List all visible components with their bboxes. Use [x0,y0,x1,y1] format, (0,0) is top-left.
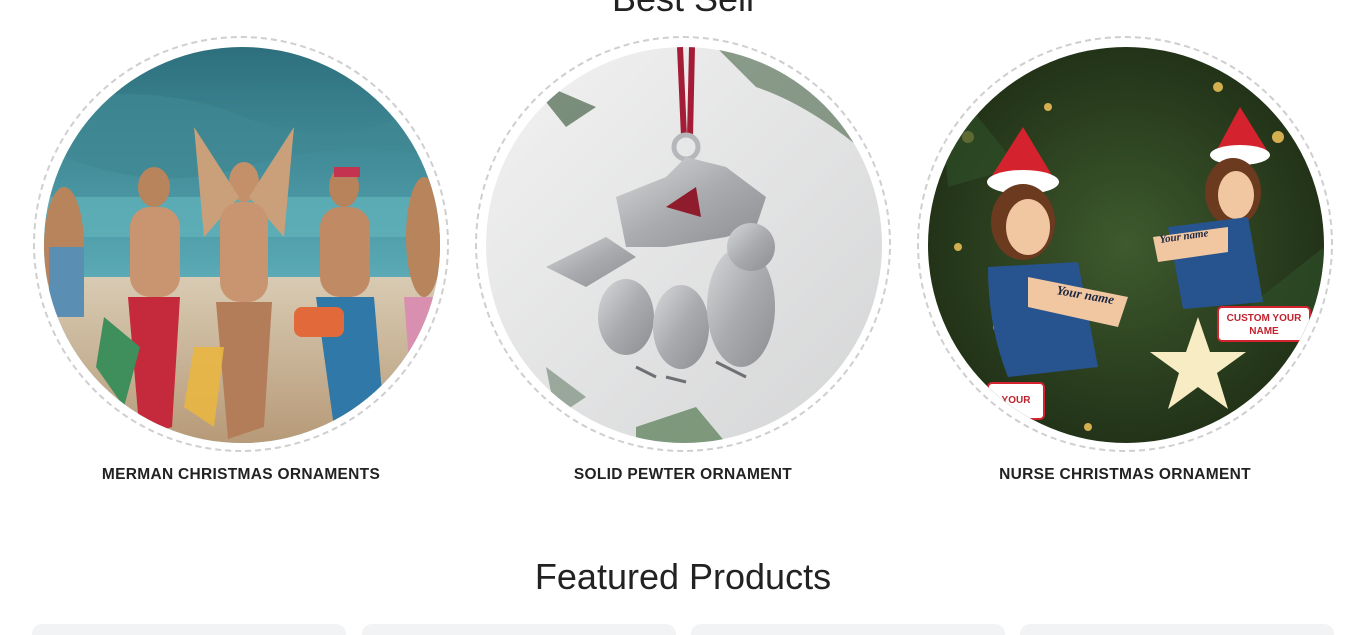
category-image-ring [475,36,891,452]
merman-ornaments-image[interactable] [44,47,440,443]
custom-name-text: NAME [1249,326,1279,337]
category-nurse[interactable]: Your name Your name CUSTOM YOUR NAME YOU… [915,36,1335,484]
product-card[interactable] [362,624,676,635]
pewter-ornament-image[interactable] [486,47,882,443]
featured-products-title: Featured Products [534,556,832,597]
featured-products-grid [32,624,1334,635]
category-pewter[interactable]: SOLID PEWTER ORNAMENT [473,36,893,484]
category-merman[interactable]: MERMAN CHRISTMAS ORNAMENTS [31,36,451,484]
category-image-ring [33,36,449,452]
category-label[interactable]: SOLID PEWTER ORNAMENT [473,466,893,484]
best-sell-title: Best Sell [0,0,1366,20]
category-label[interactable]: NURSE CHRISTMAS ORNAMENT [915,466,1335,484]
product-card[interactable] [32,624,346,635]
custom-your-text: CUSTOM YOUR [1227,313,1302,324]
product-card[interactable] [1020,624,1334,635]
category-label[interactable]: MERMAN CHRISTMAS ORNAMENTS [31,466,451,484]
nurse-ornament-image[interactable]: Your name Your name CUSTOM YOUR NAME YOU… [928,47,1324,443]
page: Best Sell [0,0,1366,635]
your-text: YOUR [1002,395,1032,406]
product-card[interactable] [691,624,1005,635]
category-image-ring: Your name Your name CUSTOM YOUR NAME YOU… [917,36,1333,452]
best-sell-row: MERMAN CHRISTMAS ORNAMENTS SOLID PEWTER … [0,36,1366,496]
